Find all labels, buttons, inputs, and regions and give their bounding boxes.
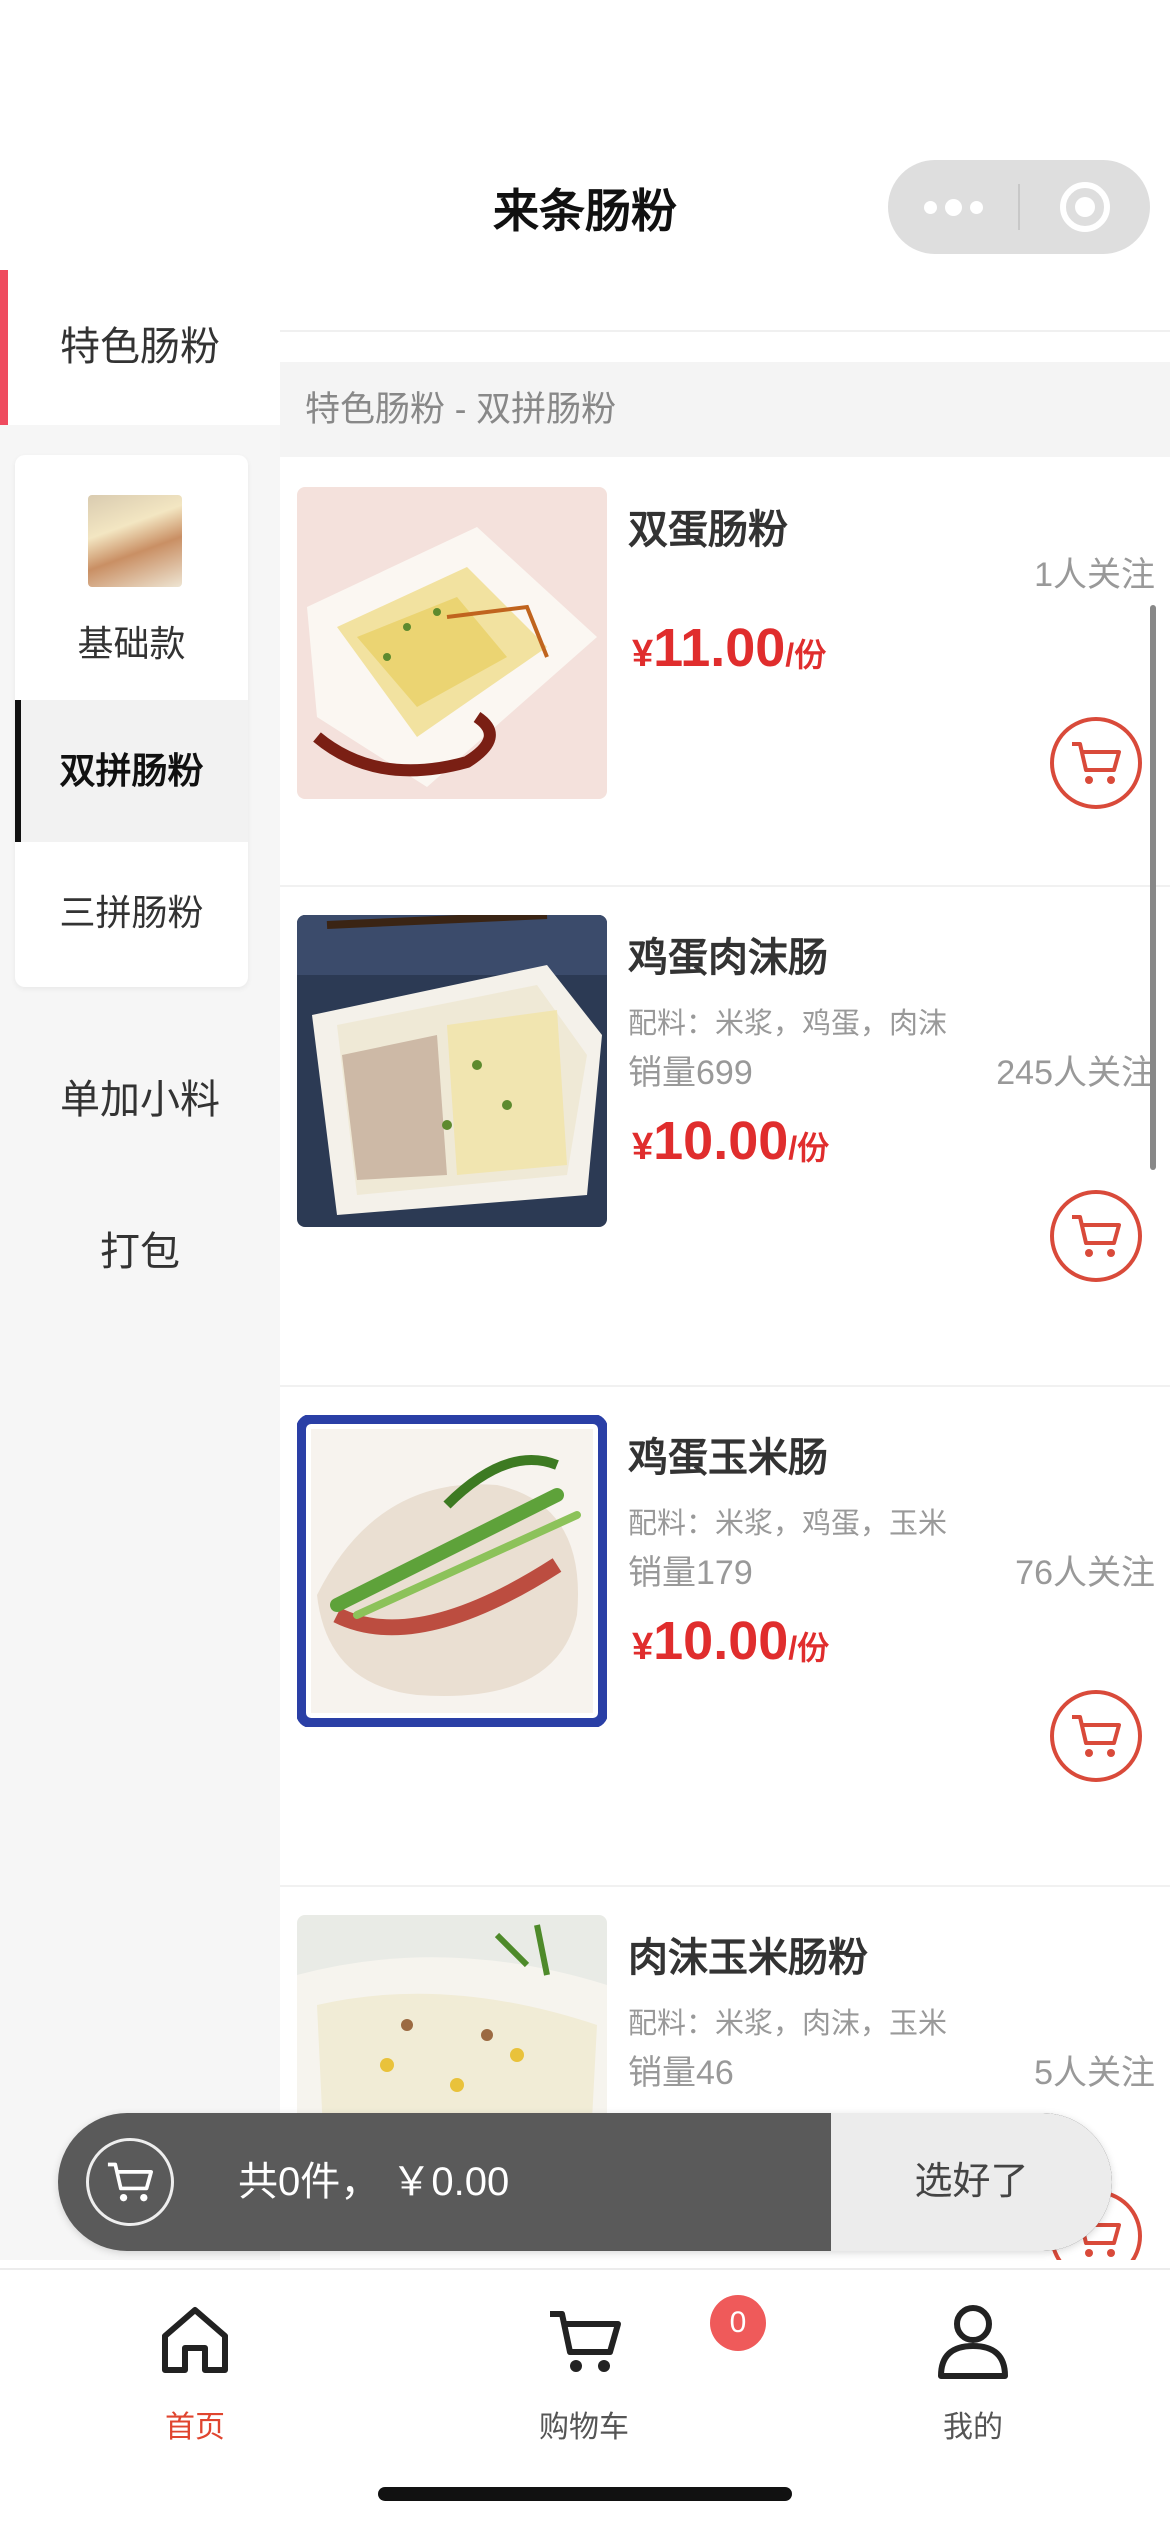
product-ingredients: 配料：米浆，肉沫，玉米 <box>628 2008 948 2040</box>
product-followers: 76人关注 <box>1015 1554 1155 1592</box>
cart-icon <box>1072 1215 1121 1257</box>
nav-header: 来条肠粉 <box>0 0 1170 270</box>
add-to-cart-button[interactable] <box>1050 1690 1142 1782</box>
cart-icon <box>550 2311 621 2372</box>
product-card[interactable]: 鸡蛋肉沫肠 配料：米浆，鸡蛋，肉沫 销量699 245人关注 ¥10.00/份 <box>280 885 1170 1385</box>
category-extras[interactable]: 单加小料 <box>0 1050 280 1150</box>
product-price: ¥11.00/份 <box>632 617 826 679</box>
product-followers: 5人关注 <box>1034 2054 1155 2092</box>
currency-symbol: ¥ <box>632 633 654 675</box>
product-followers: 1人关注 <box>1034 556 1155 594</box>
product-followers: 245人关注 <box>996 1054 1155 1092</box>
currency-symbol: ¥ <box>632 1126 654 1168</box>
currency-symbol: ¥ <box>632 1626 654 1668</box>
tab-profile[interactable]: 我的 <box>873 2290 1073 2444</box>
price-unit: /份 <box>788 1630 830 1666</box>
product-sales: 销量46 <box>628 2054 734 2092</box>
subcategory-triple[interactable]: 三拼肠粉 <box>15 842 248 984</box>
tab-label: 购物车 <box>539 2411 629 2444</box>
scrollbar[interactable] <box>1150 605 1156 1170</box>
category-packaging[interactable]: 打包 <box>0 1202 280 1302</box>
cart-total: 共0件， ￥0.00 <box>238 2160 510 2204</box>
divider <box>280 885 1170 887</box>
cart-button[interactable] <box>86 2138 174 2226</box>
more-menu-button[interactable] <box>888 160 1018 254</box>
subcategory-thumbnail <box>88 495 182 587</box>
product-name: 鸡蛋肉沫肠 <box>628 936 828 980</box>
price-amount: 10.00 <box>653 1611 789 1671</box>
price-amount: 10.00 <box>653 1111 789 1171</box>
price-unit: /份 <box>788 1130 830 1166</box>
product-name: 肉沫玉米肠粉 <box>628 1936 868 1980</box>
product-card[interactable]: 鸡蛋玉米肠 配料：米浆，鸡蛋，玉米 销量179 76人关注 ¥10.00/份 <box>280 1385 1170 1885</box>
dot-icon <box>944 198 962 216</box>
cart-count-badge: 0 <box>710 2295 766 2351</box>
subcategory-label: 基础款 <box>77 623 186 664</box>
product-ingredients: 配料：米浆，鸡蛋，肉沫 <box>628 1008 948 1040</box>
category-sidebar: 特色肠粉 基础款 双拼肠粉 三拼肠粉 单加小料 打包 <box>0 270 280 2260</box>
product-image <box>297 1415 607 1727</box>
product-image <box>297 915 607 1227</box>
dot-icon <box>923 200 937 214</box>
home-icon <box>162 2307 228 2373</box>
subcategory-basic[interactable]: 基础款 <box>15 455 248 700</box>
cart-icon <box>1072 742 1121 784</box>
tab-cart[interactable]: 购物车 <box>484 2290 684 2444</box>
capsule-divider <box>1018 184 1020 230</box>
home-indicator <box>378 2487 792 2501</box>
product-sales: 销量699 <box>628 1054 753 1092</box>
cart-icon <box>107 2162 153 2202</box>
checkout-button[interactable]: 选好了 <box>831 2113 1112 2251</box>
add-to-cart-button[interactable] <box>1050 1190 1142 1282</box>
product-list: 特色肠粉 - 双拼肠粉 双蛋肠粉 1人关注 ¥11.00/份 鸡蛋肉沫肠 配料：… <box>280 270 1170 2260</box>
divider <box>280 1885 1170 1887</box>
subcategory-panel: 基础款 双拼肠粉 三拼肠粉 <box>15 455 248 987</box>
tab-home[interactable]: 首页 <box>95 2290 295 2444</box>
category-featured[interactable]: 特色肠粉 <box>0 270 280 425</box>
product-price: ¥10.00/份 <box>632 1610 829 1672</box>
divider <box>280 330 1170 332</box>
tab-label: 我的 <box>943 2411 1003 2444</box>
product-name: 双蛋肠粉 <box>628 508 788 552</box>
close-miniprogram-icon[interactable] <box>1060 182 1110 232</box>
price-unit: /份 <box>785 637 827 673</box>
product-price: ¥10.00/份 <box>632 1110 829 1172</box>
product-name: 鸡蛋玉米肠 <box>628 1436 828 1480</box>
product-image <box>297 487 607 799</box>
price-amount: 11.00 <box>653 618 786 678</box>
subcategory-double[interactable]: 双拼肠粉 <box>15 700 248 842</box>
add-to-cart-button[interactable] <box>1050 717 1142 809</box>
section-header: 特色肠粉 - 双拼肠粉 <box>280 362 1170 457</box>
user-icon <box>938 2305 1008 2379</box>
cart-icon <box>1072 1715 1121 1757</box>
miniprogram-capsule <box>888 160 1150 254</box>
tab-label: 首页 <box>165 2411 225 2444</box>
product-card[interactable]: 双蛋肠粉 1人关注 ¥11.00/份 <box>280 457 1170 957</box>
product-sales: 销量179 <box>628 1554 753 1592</box>
product-ingredients: 配料：米浆，鸡蛋，玉米 <box>628 1508 948 1540</box>
divider <box>280 1385 1170 1387</box>
dot-icon <box>969 200 983 214</box>
cart-summary-bar: 共0件， ￥0.00 选好了 <box>58 2113 1112 2251</box>
